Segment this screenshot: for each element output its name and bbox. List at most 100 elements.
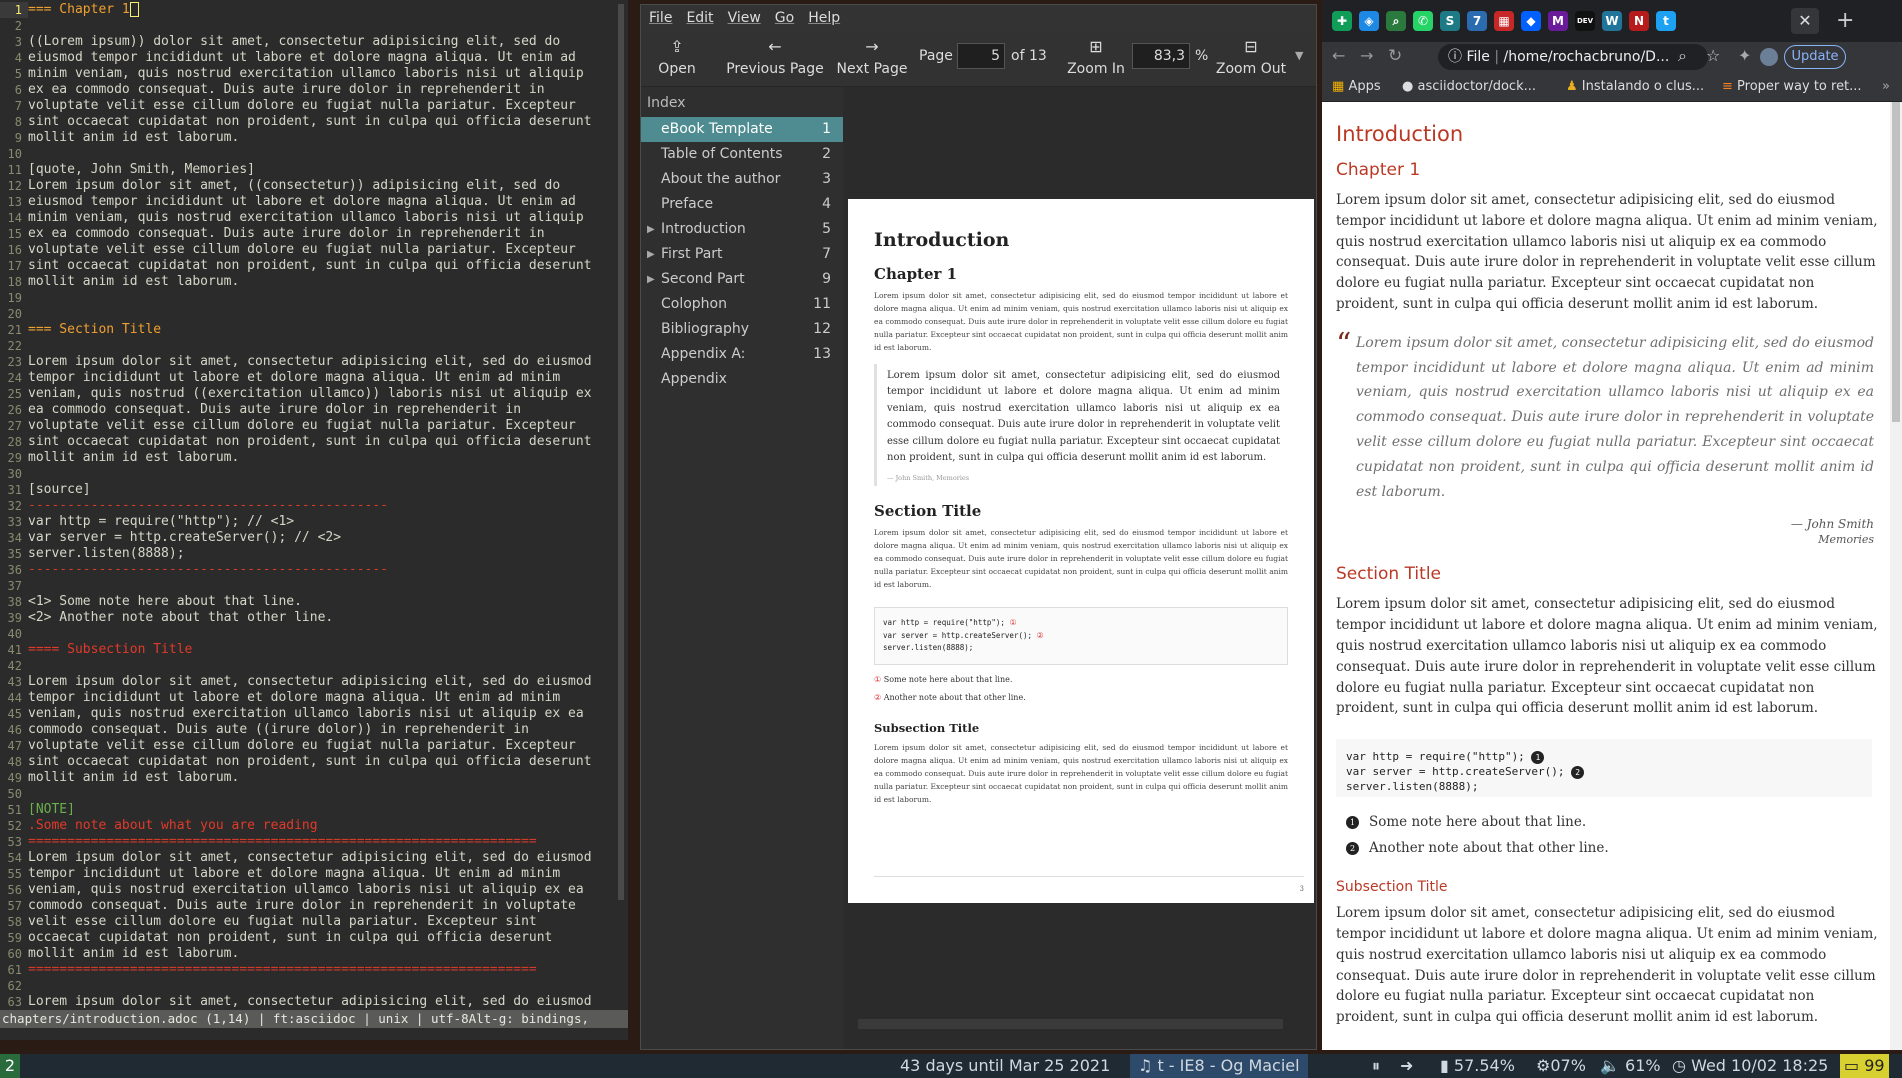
editor-line[interactable]: 55 tempor incididunt ut labore et dolore …	[0, 866, 626, 882]
zoom-out-button[interactable]: ⊟ Zoom Out	[1213, 37, 1289, 77]
editor-line[interactable]: 25 veniam, quis nostrud ((exercitation ul…	[0, 386, 626, 402]
index-item[interactable]: Colophon 11	[641, 292, 843, 317]
editor-line[interactable]: 51 [NOTE]	[0, 802, 626, 818]
bookmark-proper-way[interactable]: ≡ Proper way to ret...	[1722, 79, 1862, 94]
editor-lines[interactable]: 1 === Chapter 1 2 3 ((Lorem ipsum)) dolor si…	[0, 2, 626, 1010]
editor-line[interactable]: 39 <2> Another note about that other line…	[0, 610, 626, 626]
editor-line[interactable]: 21 === Section Title	[0, 322, 626, 338]
menu-go[interactable]: Go	[775, 10, 794, 26]
index-item[interactable]: Bibliography 12	[641, 317, 843, 342]
editor-line[interactable]: 57 commodo consequat. Duis aute irure dol…	[0, 898, 626, 914]
calendar-icon[interactable]: ▦	[1494, 11, 1514, 31]
menu-help[interactable]: Help	[808, 10, 840, 26]
editor-line[interactable]: 33 var http = require("http"); // <1>	[0, 514, 626, 530]
editor-line[interactable]: 52 .Some note about what you are reading	[0, 818, 626, 834]
editor-line[interactable]: 47 voluptate velit esse cillum dolore eu …	[0, 738, 626, 754]
editor-line[interactable]: 15 ex ea commodo consequat. Duis aute iru…	[0, 226, 626, 242]
editor-line[interactable]: 10	[0, 146, 626, 162]
editor-line[interactable]: 37	[0, 578, 626, 594]
editor-line[interactable]: 32 --------------------------------------…	[0, 498, 626, 514]
editor-line[interactable]: 34 var server = http.createServer(); // <…	[0, 530, 626, 546]
index-item[interactable]: Preface 4	[641, 192, 843, 217]
twitter-icon[interactable]: t	[1656, 11, 1676, 31]
editor-line[interactable]: 6 ex ea commodo consequat. Duis aute irur…	[0, 82, 626, 98]
bookmarks-overflow-icon[interactable]: »	[1882, 79, 1890, 94]
editor-line[interactable]: 63 Lorem ipsum dolor sit amet, consectetu…	[0, 994, 626, 1010]
editor-line[interactable]: 54 Lorem ipsum dolor sit amet, consectetu…	[0, 850, 626, 866]
editor-line[interactable]: 5 minim veniam, quis nostrud exercitation…	[0, 66, 626, 82]
medium-icon[interactable]: M	[1548, 11, 1568, 31]
search-icon[interactable]: ⌕	[1386, 11, 1406, 31]
zoom-level-input[interactable]: 83,3	[1132, 43, 1190, 69]
menu-view[interactable]: View	[728, 10, 761, 26]
editor-line[interactable]: 50	[0, 786, 626, 802]
editor-line[interactable]: 19	[0, 290, 626, 306]
editor-line[interactable]: 61 ======================================…	[0, 962, 626, 978]
editor-line[interactable]: 26 ea commodo consequat. Duis aute irure …	[0, 402, 626, 418]
editor-line[interactable]: 28 sint occaecat cupidatat non proident, …	[0, 434, 626, 450]
index-item[interactable]: Appendix A: Appendix 13	[641, 342, 843, 387]
extension-icon[interactable]: ✦	[1738, 46, 1751, 65]
document-area[interactable]: Introduction Chapter 1 Lorem ipsum dolor…	[843, 87, 1316, 1049]
dropbox-icon[interactable]: ◆	[1521, 11, 1541, 31]
next-track-icon[interactable]: ➜	[1400, 1054, 1413, 1078]
editor-line[interactable]: 24 tempor incididunt ut labore et dolore …	[0, 370, 626, 386]
page-number-input[interactable]: 5	[957, 43, 1005, 69]
editor-line[interactable]: 7 voluptate velit esse cillum dolore eu f…	[0, 98, 626, 114]
editor-line[interactable]: 9 mollit anim id est laborum.	[0, 130, 626, 146]
expand-triangle-icon[interactable]: ▶	[647, 267, 655, 292]
editor-line[interactable]: 53 ======================================…	[0, 834, 626, 850]
editor-line[interactable]: 44 tempor incididunt ut labore et dolore …	[0, 690, 626, 706]
editor-line[interactable]: 29 mollit anim id est laborum.	[0, 450, 626, 466]
expand-triangle-icon[interactable]: ▶	[647, 242, 655, 267]
editor-line[interactable]: 41 ==== Subsection Title	[0, 642, 626, 658]
editor-line[interactable]: 12 Lorem ipsum dolor sit amet, ((consecte…	[0, 178, 626, 194]
new-tab-icon[interactable]: +	[1836, 8, 1854, 34]
workspace-indicator[interactable]: 2	[0, 1054, 20, 1078]
editor-line[interactable]: 31 [source]	[0, 482, 626, 498]
editor-line[interactable]: 22	[0, 338, 626, 354]
index-item[interactable]: Table of Contents 2	[641, 142, 843, 167]
address-bar[interactable]: ⓘ File | /home/rochacbruno/D...	[1438, 44, 1708, 70]
bookmark-asciidoctor[interactable]: ● asciidoctor/dock...	[1402, 79, 1536, 94]
editor-line[interactable]: 42	[0, 658, 626, 674]
web-page-content[interactable]: Introduction Chapter 1 Lorem ipsum dolor…	[1322, 102, 1888, 1050]
dev-icon[interactable]: DEV	[1575, 11, 1595, 31]
menu-file[interactable]: File	[649, 10, 672, 26]
editor-line[interactable]: 1 === Chapter 1	[0, 2, 626, 18]
editor-line[interactable]: 36 --------------------------------------…	[0, 562, 626, 578]
editor-line[interactable]: 40	[0, 626, 626, 642]
index-item[interactable]: ▶ Introduction 5	[641, 217, 843, 242]
editor-line[interactable]: 58 velit esse cillum dolore eu fugiat nul…	[0, 914, 626, 930]
page-scrollbar[interactable]	[1890, 102, 1902, 1050]
pause-icon[interactable]: ⏸	[1372, 1054, 1380, 1078]
expand-triangle-icon[interactable]: ▶	[647, 217, 655, 242]
volume-level[interactable]: 🔈 61%	[1600, 1054, 1661, 1078]
news-icon[interactable]: N	[1629, 11, 1649, 31]
profile-avatar[interactable]	[1760, 48, 1778, 66]
bookmark-star-icon[interactable]: ☆	[1706, 46, 1720, 65]
next-page-button[interactable]: → Next Page	[829, 37, 915, 77]
editor-line[interactable]: 38 <1> Some note here about that line.	[0, 594, 626, 610]
back-icon[interactable]: ←	[1332, 46, 1345, 65]
editor-line[interactable]: 16 voluptate velit esse cillum dolore eu …	[0, 242, 626, 258]
editor-line[interactable]: 23 Lorem ipsum dolor sit amet, consectetu…	[0, 354, 626, 370]
open-button[interactable]: ⇪ Open	[647, 37, 707, 77]
zoom-icon[interactable]: ⌕	[1678, 46, 1687, 66]
editor-line[interactable]: 30	[0, 466, 626, 482]
tab-icon[interactable]: 7	[1467, 11, 1487, 31]
previous-page-button[interactable]: ← Previous Page	[721, 37, 829, 77]
editor-line[interactable]: 46 commodo consequat. Duis aute ((irure d…	[0, 722, 626, 738]
index-item[interactable]: eBook Template 1	[641, 117, 843, 142]
editor-line[interactable]: 20	[0, 306, 626, 322]
editor-line[interactable]: 48 sint occaecat cupidatat non proident, …	[0, 754, 626, 770]
menu-edit[interactable]: Edit	[686, 10, 713, 26]
scribd-icon[interactable]: S	[1440, 11, 1460, 31]
close-tab-icon[interactable]: ✕	[1791, 8, 1819, 34]
index-item[interactable]: ▶ First Part 7	[641, 242, 843, 267]
editor-line[interactable]: 62	[0, 978, 626, 994]
editor-line[interactable]: 59 occaecat cupidatat non proident, sunt …	[0, 930, 626, 946]
layers-icon[interactable]: ◈	[1359, 11, 1379, 31]
bookmark-instalando[interactable]: ♟ Instalando o clus...	[1566, 79, 1704, 94]
editor-scrollbar[interactable]	[618, 4, 624, 900]
